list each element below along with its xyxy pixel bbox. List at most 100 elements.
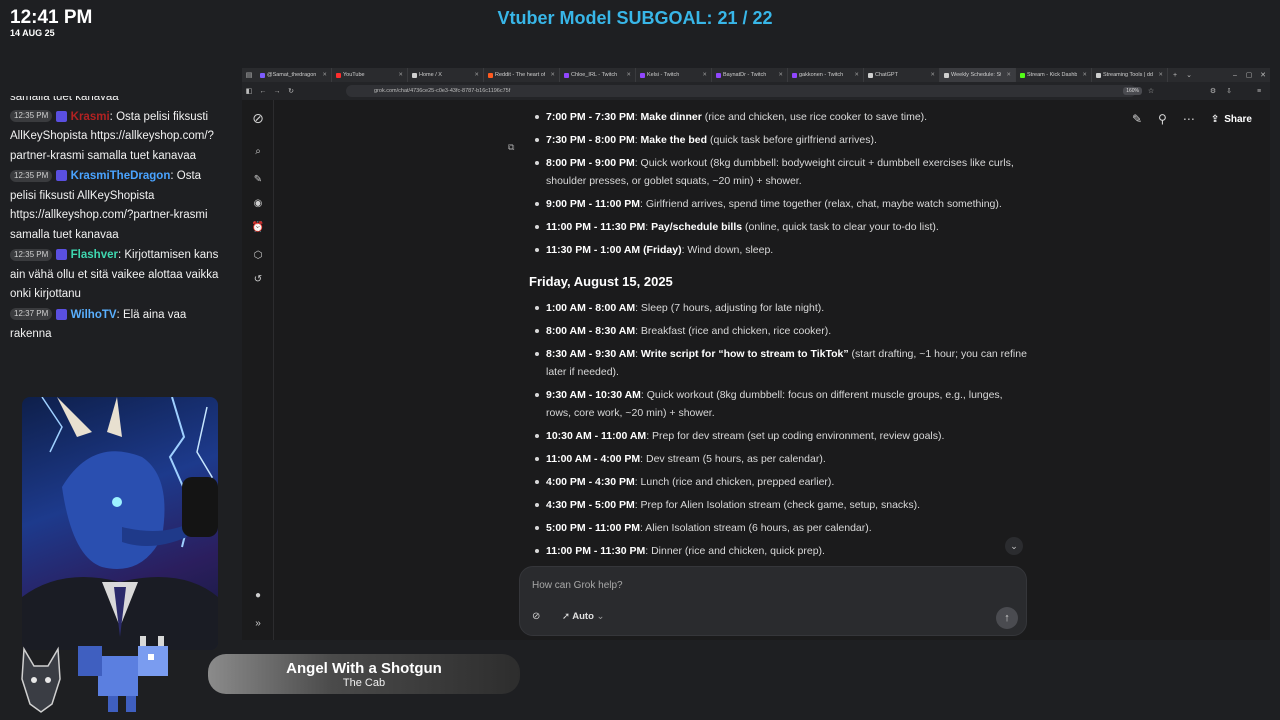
browser-menu-icon[interactable]: ≡ [1252,88,1266,95]
close-tab-icon[interactable]: ✕ [474,68,479,82]
schedule-item: 11:00 PM - 11:30 PM: Dinner (rice and ch… [529,542,1029,560]
tab-label: Stream - Kick Dashboard [1027,72,1078,78]
scroll-down-button[interactable]: ⌄ [1005,537,1023,555]
close-tab-icon[interactable]: ✕ [702,68,707,82]
close-tab-icon[interactable]: ✕ [930,68,935,82]
chat-top-actions: ✎ ⚲ ⋯ ⇪ Share [1132,112,1252,126]
bookmark-star-icon[interactable]: ☆ [1144,87,1158,95]
browser-tab[interactable]: ChatGPT ✕ [864,68,940,82]
schedule-detail: Dinner (rice and chicken, quick prep). [651,545,825,557]
share-label: Share [1224,113,1252,125]
schedule-item: 1:00 AM - 8:00 AM: Sleep (7 hours, adjus… [529,299,1029,317]
schedule-item: 8:30 AM - 9:30 AM: Write script for “how… [529,345,1029,381]
mode-selector[interactable]: ➚ Auto ⌄ [562,611,605,622]
schedule-task: Pay/schedule bills [651,221,743,233]
user-avatar-icon[interactable]: ● [250,588,266,604]
downloads-icon[interactable]: ⇩ [1222,87,1236,95]
send-button[interactable]: ↑ [996,607,1018,629]
browser-tab[interactable]: Weekly Schedule: Strea ✕ [940,68,1016,82]
close-tab-icon[interactable]: ✕ [322,68,327,82]
chat-badge-icon [56,308,68,320]
schedule-detail: Prep for Alien Isolation stream (check g… [640,499,921,511]
close-tab-icon[interactable]: ✕ [1158,68,1163,82]
close-tab-icon[interactable]: ✕ [778,68,783,82]
close-tab-icon[interactable]: ✕ [854,68,859,82]
browser-tab[interactable]: Home / X ✕ [408,68,484,82]
sidebar-toggle-icon[interactable]: ◧ [242,87,256,95]
chat-username[interactable]: Krasmi [71,111,110,123]
share-button[interactable]: ⇪ Share [1211,114,1252,125]
schedule-item: 8:00 AM - 8:30 AM: Breakfast (rice and c… [529,322,1029,340]
schedule-item: 10:30 AM - 11:00 AM: Prep for dev stream… [529,427,1029,445]
browser-tab[interactable]: Kelsi - Twitch ✕ [636,68,712,82]
schedule-detail: Dev stream (5 hours, as per calendar). [646,453,826,465]
tasks-icon[interactable]: ⏰ [250,220,266,236]
schedule-detail: Girlfriend arrives, spend time together … [645,198,1002,210]
forward-button[interactable]: → [270,88,284,95]
browser-tab[interactable]: Stream - Kick Dashboard ✕ [1016,68,1092,82]
schedule-item: 4:30 PM - 5:00 PM: Prep for Alien Isolat… [529,496,1029,514]
close-tab-icon[interactable]: ✕ [1006,68,1011,82]
copy-icon[interactable]: ⧉ [508,142,514,153]
close-window-button[interactable]: ✕ [1256,71,1270,79]
chat-message: 12:37 PM WilhoTV: Elä aina vaa rakenna [10,306,222,345]
back-button[interactable]: ← [256,88,270,95]
schedule-detail: Sleep (7 hours, adjusting for late night… [640,302,825,314]
minimize-button[interactable]: – [1228,72,1242,79]
grok-logo-icon[interactable]: ⊘ [250,110,266,126]
new-tab-button[interactable]: + [1168,72,1182,79]
edit-icon[interactable]: ✎ [1132,112,1142,126]
close-tab-icon[interactable]: ✕ [1082,68,1087,82]
browser-tab[interactable]: Streaming Tools | ddde ✕ [1092,68,1168,82]
browser-tab[interactable]: BaynatDr - Twitch ✕ [712,68,788,82]
history-icon[interactable]: ↺ [250,272,266,288]
schedule-detail: Alien Isolation stream (6 hours, as per … [645,522,872,534]
schedule-detail: Breakfast (rice and chicken, rice cooker… [640,325,832,337]
chat-partial-line: samalla tuet kanavaa [10,96,119,103]
voice-icon[interactable]: ◉ [250,196,266,212]
tab-label: BaynatDr - Twitch [723,72,767,78]
schedule-detail: (quick task before girlfriend arrives). [707,134,877,146]
url-field[interactable]: grok.com/chat/4736ce25-c0e3-43fc-8787-b1… [346,85,1136,97]
schedule-time: 4:30 PM - 5:00 PM [546,499,635,511]
schedule-time: 7:00 PM - 7:30 PM [546,111,635,123]
chat-timestamp: 12:37 PM [10,308,53,321]
schedule-detail: Prep for dev stream (set up coding envir… [652,430,945,442]
more-options-icon[interactable]: ⋯ [1183,112,1195,126]
new-chat-icon[interactable]: ✎ [250,172,266,188]
tab-favicon-icon [868,72,873,78]
song-title: Angel With a Shotgun [286,660,442,677]
chat-message: 12:35 PM Krasmi: Osta pelisi fiksusti Al… [10,108,222,167]
tab-list-icon[interactable]: ⌄ [1182,71,1196,79]
prompt-input[interactable]: How can Grok help? [532,580,623,591]
address-bar: ◧ ← → ↻ grok.com/chat/4736ce25-c0e3-43fc… [242,82,1270,100]
browser-tab[interactable]: gakkonen - Twitch ✕ [788,68,864,82]
tab-menu-icon[interactable]: ▤ [242,71,256,79]
chat-username[interactable]: WilhoTV [71,309,117,321]
browser-tab[interactable]: YouTube ✕ [332,68,408,82]
expand-sidebar-icon[interactable]: » [250,616,266,632]
attach-icon[interactable]: ⊘ [532,611,540,622]
zoom-badge[interactable]: 160% [1123,87,1142,95]
search-icon[interactable]: ⌕ [250,144,266,160]
chat-username[interactable]: KrasmiTheDragon [71,170,171,182]
grok-chat-main: ⧉ ✎ ⚲ ⋯ ⇪ Share 7:00 PM - 7:30 PM: Make d… [275,100,1270,640]
pin-icon[interactable]: ⚲ [1158,112,1167,126]
schedule-time: 11:00 PM - 11:30 PM [546,221,646,233]
chat-username[interactable]: Flashver [71,249,118,261]
browser-tab[interactable]: Chloe_IRL - Twitch ✕ [560,68,636,82]
extensions-icon[interactable]: ⚙ [1206,87,1220,95]
tab-favicon-icon [336,72,341,78]
chat-separator: : [109,110,113,123]
prompt-box[interactable]: How can Grok help? ⊘ ➚ Auto ⌄ ↑ [519,566,1027,636]
close-tab-icon[interactable]: ✕ [550,68,555,82]
browser-tab[interactable]: @Samat_thedragon · ✕ [256,68,332,82]
reload-button[interactable]: ↻ [284,87,298,95]
close-tab-icon[interactable]: ✕ [626,68,631,82]
maximize-button[interactable]: ▢ [1242,71,1256,79]
schedule-time: 8:00 AM - 8:30 AM [546,325,636,337]
schedule-time: 7:30 PM - 8:00 PM [546,134,635,146]
projects-icon[interactable]: ⬡ [250,248,266,264]
browser-tab[interactable]: Reddit - The heart of th ✕ [484,68,560,82]
close-tab-icon[interactable]: ✕ [398,68,403,82]
